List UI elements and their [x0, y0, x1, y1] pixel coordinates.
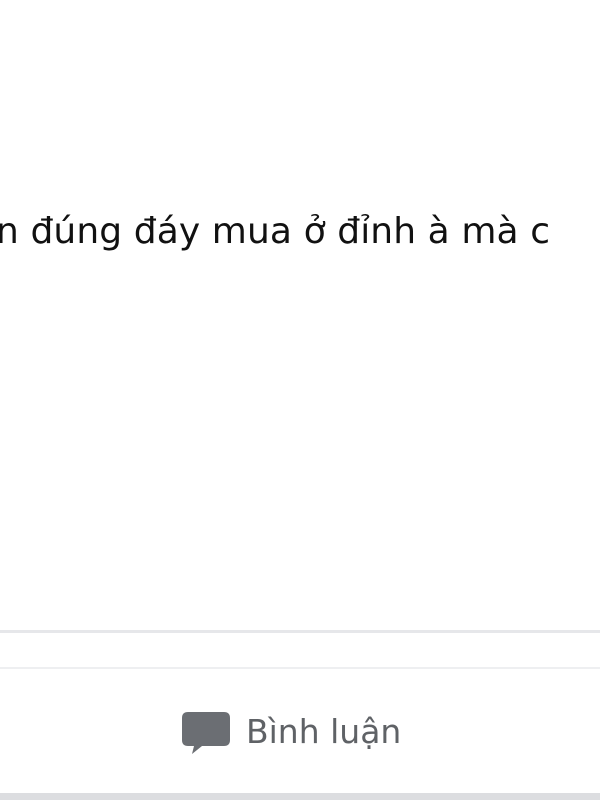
- post-screen: n đúng đáy mua ở đỉnh à mà c Bình luận: [0, 0, 600, 800]
- comment-label: Bình luận: [246, 712, 402, 751]
- post-text: n đúng đáy mua ở đỉnh à mà c: [0, 211, 551, 252]
- divider: [0, 630, 600, 633]
- divider: [0, 667, 600, 669]
- speech-bubble-icon: [178, 704, 234, 760]
- comment-button[interactable]: Bình luận: [178, 700, 401, 764]
- bottom-bar: [0, 793, 600, 800]
